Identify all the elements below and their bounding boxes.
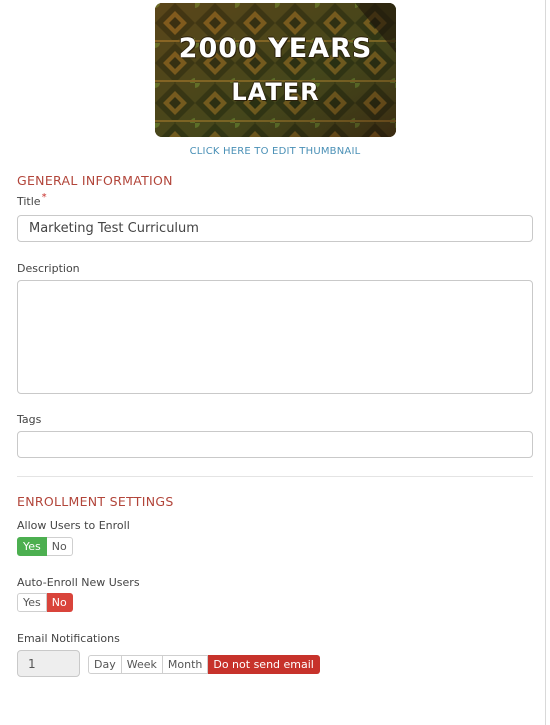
- tags-input[interactable]: [17, 431, 533, 458]
- thumbnail-title-line2: LATER: [231, 78, 320, 106]
- frequency-day-button[interactable]: Day: [88, 655, 122, 674]
- notification-count-input[interactable]: [17, 650, 80, 677]
- frequency-month-button[interactable]: Month: [162, 655, 209, 674]
- allow-enroll-no-button[interactable]: No: [46, 537, 73, 556]
- title-input[interactable]: [17, 215, 533, 242]
- enrollment-settings-heading: ENROLLMENT SETTINGS: [17, 494, 174, 509]
- allow-enroll-toggle: Yes No: [17, 537, 73, 556]
- tags-label: Tags: [17, 413, 42, 426]
- email-notifications-label: Email Notifications: [17, 632, 120, 645]
- allow-enroll-yes-button[interactable]: Yes: [17, 537, 47, 556]
- thumbnail-pattern: [155, 3, 396, 137]
- panel-right-border: [545, 0, 546, 725]
- allow-enroll-label: Allow Users to Enroll: [17, 519, 130, 532]
- thumbnail-title-line1: 2000 YEARS: [178, 33, 373, 64]
- title-label-text: Title: [17, 195, 41, 208]
- section-divider: [17, 476, 533, 477]
- title-label: Title*: [17, 192, 47, 208]
- frequency-week-button[interactable]: Week: [121, 655, 163, 674]
- curriculum-thumbnail[interactable]: 2000 YEARS LATER: [155, 3, 396, 137]
- description-textarea[interactable]: [17, 280, 533, 394]
- auto-enroll-no-button[interactable]: No: [46, 593, 73, 612]
- do-not-send-email-button[interactable]: Do not send email: [208, 655, 320, 674]
- notification-frequency-group: Day Week Month Do not send email: [88, 655, 320, 674]
- auto-enroll-toggle: Yes No: [17, 593, 73, 612]
- edit-thumbnail-link[interactable]: CLICK HERE TO EDIT THUMBNAIL: [0, 146, 550, 157]
- auto-enroll-label: Auto-Enroll New Users: [17, 576, 140, 589]
- general-information-heading: GENERAL INFORMATION: [17, 173, 173, 188]
- required-marker: *: [41, 192, 47, 203]
- description-label: Description: [17, 262, 80, 275]
- auto-enroll-yes-button[interactable]: Yes: [17, 593, 47, 612]
